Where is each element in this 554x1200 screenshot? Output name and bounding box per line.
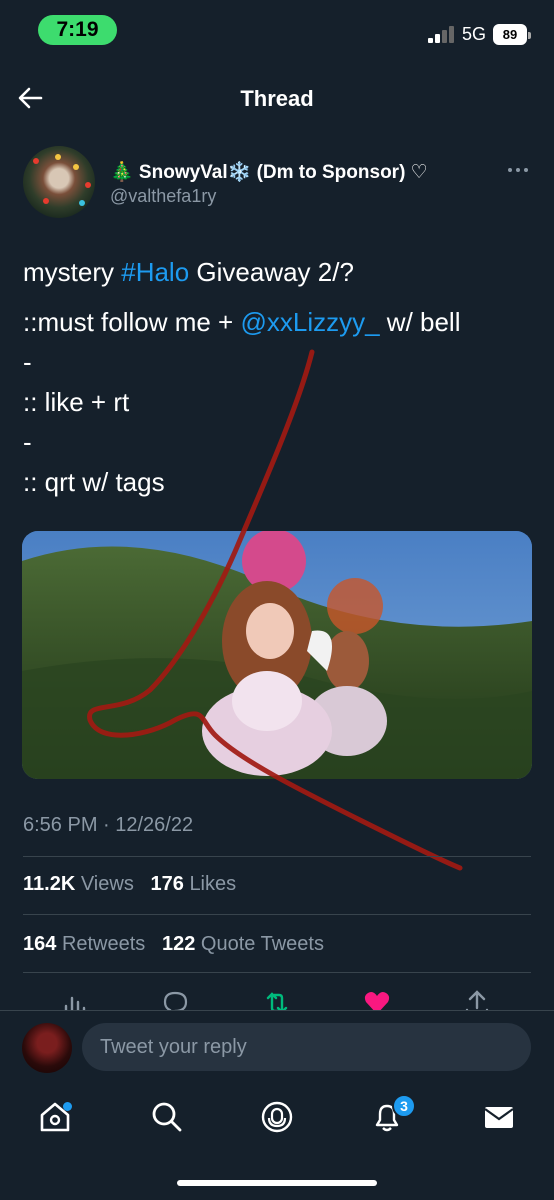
more-icon[interactable] bbox=[506, 160, 530, 180]
media-illustration bbox=[22, 531, 532, 779]
retweets-label[interactable]: Retweets bbox=[62, 933, 145, 955]
divider bbox=[23, 972, 531, 973]
tweet-line-3: - bbox=[23, 347, 32, 377]
retweets-quotes-row: 164 Retweets 122 Quote Tweets bbox=[23, 933, 324, 956]
likes-count[interactable]: 176 bbox=[151, 873, 184, 895]
spaces-icon[interactable] bbox=[260, 1100, 294, 1134]
share-icon[interactable] bbox=[462, 988, 492, 1010]
cellular-signal-icon bbox=[428, 25, 456, 43]
tweet-line-6: :: qrt w/ tags bbox=[23, 467, 165, 497]
status-time: 7:19 bbox=[38, 15, 117, 45]
views-label: Views bbox=[80, 873, 134, 895]
author-avatar[interactable] bbox=[23, 146, 95, 218]
views-count[interactable]: 11.2K bbox=[23, 873, 75, 895]
author-name[interactable]: 🎄 SnowyVal❄️ (Dm to Sponsor) ♡ bbox=[110, 160, 428, 184]
tweet-line-1: mystery #Halo Giveaway 2/? bbox=[23, 257, 354, 287]
status-bar: 7:19 5G 89 bbox=[0, 0, 554, 60]
tweet-action-bar bbox=[0, 984, 554, 1010]
quotes-label[interactable]: Quote Tweets bbox=[201, 933, 324, 955]
retweets-count[interactable]: 164 bbox=[23, 933, 56, 955]
search-icon[interactable] bbox=[150, 1100, 184, 1134]
author-handle[interactable]: @valthefa1ry bbox=[110, 186, 216, 207]
like-icon[interactable] bbox=[362, 988, 392, 1010]
messages-icon[interactable] bbox=[482, 1100, 516, 1134]
views-likes-row: 11.2K Views 176 Likes bbox=[23, 873, 236, 896]
retweet-icon[interactable] bbox=[262, 988, 292, 1010]
network-type: 5G bbox=[462, 24, 487, 44]
current-user-avatar[interactable] bbox=[22, 1023, 72, 1073]
hashtag-link[interactable]: #Halo bbox=[121, 257, 189, 287]
reply-input[interactable]: Tweet your reply bbox=[82, 1023, 531, 1071]
notifications-badge: 3 bbox=[392, 1094, 416, 1118]
tweet-line-2: ::must follow me + @xxLizzyy_ w/ bell bbox=[23, 307, 461, 337]
tweet-line-5: - bbox=[23, 427, 32, 457]
reply-composer: Tweet your reply bbox=[0, 1010, 554, 1082]
divider bbox=[23, 914, 531, 915]
likes-label[interactable]: Likes bbox=[189, 873, 236, 895]
tweet-line-4: :: like + rt bbox=[23, 387, 130, 417]
tweet-media-image[interactable] bbox=[22, 531, 532, 779]
views-icon[interactable] bbox=[60, 988, 90, 1010]
tweet-timestamp: 6:56 PM · 12/26/22 bbox=[23, 814, 194, 836]
battery-indicator: 89 bbox=[493, 24, 531, 45]
reply-icon[interactable] bbox=[160, 988, 190, 1010]
divider bbox=[23, 856, 531, 857]
quotes-count[interactable]: 122 bbox=[162, 933, 195, 955]
tweet-text: mystery #Halo Giveaway 2/? ::must follow… bbox=[23, 252, 533, 502]
mention-link[interactable]: @xxLizzyy_ bbox=[240, 307, 379, 337]
page-title: Thread bbox=[240, 86, 314, 111]
home-indicator[interactable] bbox=[177, 1180, 377, 1186]
home-unread-dot bbox=[63, 1102, 72, 1111]
thread-header: Thread bbox=[0, 70, 554, 128]
